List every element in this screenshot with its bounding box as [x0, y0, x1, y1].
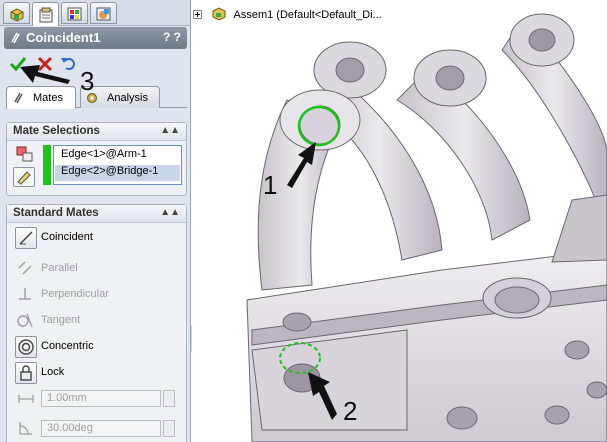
standard-mates-title: Standard Mates: [13, 207, 99, 219]
lock-icon: [15, 362, 37, 384]
feature-title-bar: Coincident1 ? ?: [4, 27, 187, 49]
graphics-area[interactable]: Assem1 (Default<Default_Di... 1 2: [192, 0, 607, 442]
callout-label-3: 3: [80, 66, 95, 96]
distance-spinner[interactable]: [163, 390, 175, 407]
lock-mate-option[interactable]: Lock: [15, 362, 175, 384]
tangent-mate-option[interactable]: Tangent: [15, 310, 175, 332]
model-view[interactable]: [192, 0, 607, 442]
list-item[interactable]: Edge<2>@Bridge-1: [55, 165, 180, 181]
property-manager-icon: [39, 7, 53, 23]
parallel-label: Parallel: [41, 262, 78, 274]
tangent-label: Tangent: [41, 314, 81, 326]
feature-manager-icon: [10, 8, 24, 22]
selection-color-bar: [43, 145, 51, 185]
assembly-name: Assem1 (Default<Default_Di...: [233, 9, 382, 21]
edit-selections-button[interactable]: [13, 167, 35, 187]
perpendicular-mate-option[interactable]: Perpendicular: [15, 284, 175, 306]
coincident-mate-option[interactable]: Coincident: [15, 227, 175, 249]
tab-analysis-label: Analysis: [107, 92, 148, 104]
perpendicular-label: Perpendicular: [41, 288, 109, 300]
assembly-tree-node[interactable]: Assem1 (Default<Default_Di...: [193, 6, 382, 21]
parallel-mate-option[interactable]: Parallel: [15, 258, 175, 280]
feature-manager-tab[interactable]: [3, 2, 30, 24]
mate-selections-header[interactable]: Mate Selections ▲▲: [7, 123, 186, 141]
property-manager-tab[interactable]: [32, 2, 59, 26]
feature-title: Coincident1: [26, 30, 101, 45]
property-manager-panel: Coincident1 ? ? Mates Analysis Mate Sele…: [0, 0, 191, 442]
concentric-mate-option[interactable]: Concentric: [15, 336, 175, 358]
coincident-icon: [15, 227, 37, 249]
concentric-label: Concentric: [41, 340, 94, 352]
display-manager-icon: [96, 7, 111, 21]
angle-field[interactable]: 30.00deg: [41, 420, 161, 437]
standard-mates-header[interactable]: Standard Mates ▲▲: [7, 205, 186, 223]
coincident-label: Coincident: [41, 231, 93, 243]
perpendicular-icon: [15, 284, 37, 306]
parallel-icon: [15, 258, 37, 280]
standard-mates-group: Standard Mates ▲▲ Coincident Parallel Pe…: [6, 204, 187, 442]
mate-selections-list[interactable]: Edge<1>@Arm-1 Edge<2>@Bridge-1: [53, 145, 182, 185]
mate-selections-title: Mate Selections: [13, 125, 100, 137]
expand-icon[interactable]: [193, 10, 202, 19]
pencil-icon: [17, 171, 31, 185]
concentric-icon: [15, 336, 37, 358]
distance-icon: [18, 395, 34, 403]
callout-label-1: 1: [263, 170, 278, 200]
list-item[interactable]: Edge<1>@Arm-1: [55, 148, 180, 164]
mate-clip-icon: [11, 32, 20, 44]
selection-filter-icon[interactable]: [15, 145, 35, 163]
collapse-icon: ▲▲: [160, 125, 180, 136]
lock-label: Lock: [41, 366, 65, 378]
angle-icon: [19, 422, 32, 435]
tangent-icon: [15, 310, 37, 332]
manager-tabs: [0, 0, 190, 26]
callout-label-2: 2: [343, 396, 358, 426]
mate-selections-group: Mate Selections ▲▲ Edge<1>@Arm-1 Edge<2>…: [6, 122, 187, 196]
configuration-manager-icon: [67, 7, 82, 21]
help-icon[interactable]: ? ?: [163, 30, 181, 44]
distance-field[interactable]: 1.00mm: [41, 390, 161, 407]
angle-spinner[interactable]: [163, 420, 175, 437]
display-manager-tab[interactable]: [90, 2, 117, 24]
collapse-icon: ▲▲: [160, 207, 180, 218]
configuration-manager-tab[interactable]: [61, 2, 88, 24]
assembly-icon: [212, 7, 226, 21]
